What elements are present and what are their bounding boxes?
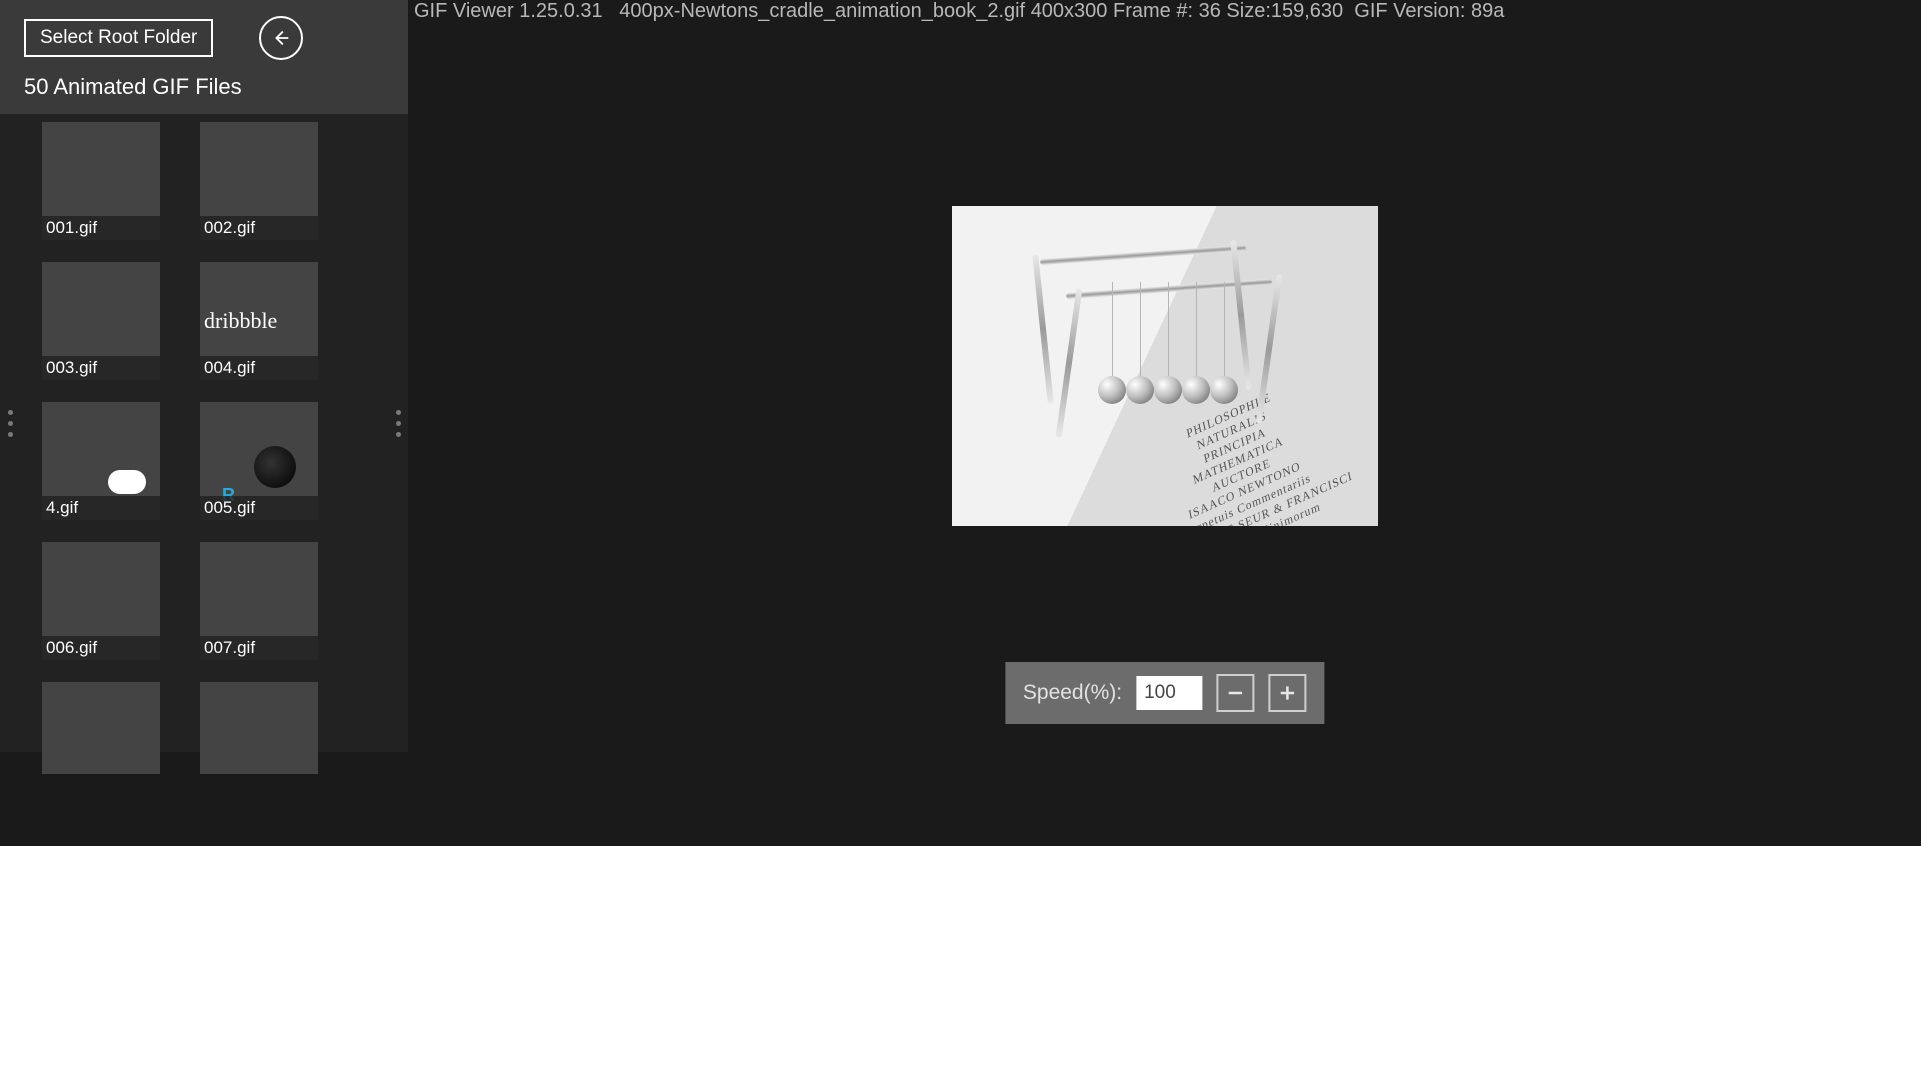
arrow-left-icon	[270, 27, 292, 49]
resize-grip-left[interactable]	[8, 410, 13, 437]
frame-label: Frame #:	[1113, 0, 1193, 22]
info-bar: GIF Viewer 1.25.0.31 400px-Newtons_cradl…	[408, 0, 1921, 23]
thumbnail[interactable]	[42, 682, 160, 774]
speed-label: Speed(%):	[1023, 681, 1122, 705]
thumbnail-label: 007.gif	[200, 636, 318, 660]
select-root-folder-button[interactable]: Select Root Folder	[24, 19, 213, 57]
back-button[interactable]	[259, 16, 303, 60]
thumbnail[interactable]	[200, 682, 318, 774]
gif-canvas	[408, 26, 1921, 706]
minus-icon	[1225, 683, 1245, 703]
gif-version: 89a	[1471, 0, 1504, 22]
plus-icon	[1277, 683, 1297, 703]
speed-increase-button[interactable]	[1268, 674, 1306, 712]
sidebar: Select Root Folder 50 Animated GIF Files…	[0, 0, 408, 752]
thumbnail-label: 004.gif	[200, 356, 318, 380]
thumbnail[interactable]: 4.gif	[42, 402, 160, 520]
app-version: GIF Viewer 1.25.0.31	[414, 0, 603, 22]
thumbnail-label: 001.gif	[42, 216, 160, 240]
current-file: 400px-Newtons_cradle_animation_book_2.gi…	[619, 0, 1025, 22]
thumbnail[interactable]: 001.gif	[42, 122, 160, 240]
version-label: GIF Version:	[1354, 0, 1465, 22]
thumbnail[interactable]: 006.gif	[42, 542, 160, 660]
file-size: 159,630	[1271, 0, 1343, 22]
gif-frame	[952, 206, 1378, 526]
speed-input[interactable]	[1136, 676, 1202, 710]
thumbnail-label: 006.gif	[42, 636, 160, 660]
speed-control: Speed(%):	[1005, 662, 1324, 724]
thumbnail[interactable]: 004.gif	[200, 262, 318, 380]
thumbnail-label: 003.gif	[42, 356, 160, 380]
sidebar-header: Select Root Folder 50 Animated GIF Files	[0, 0, 408, 114]
frame-number: 36	[1199, 0, 1221, 22]
thumbnail[interactable]: 003.gif	[42, 262, 160, 380]
thumbnail-label: 005.gif	[200, 496, 318, 520]
dimensions: 400x300	[1031, 0, 1108, 22]
blank-area	[0, 846, 1921, 1080]
thumbnail-label: 4.gif	[42, 496, 160, 520]
size-label: Size:	[1226, 0, 1270, 22]
viewer-pane: GIF Viewer 1.25.0.31 400px-Newtons_cradl…	[408, 0, 1921, 752]
thumbnail-label: 002.gif	[200, 216, 318, 240]
resize-grip-right[interactable]	[396, 410, 401, 437]
speed-decrease-button[interactable]	[1216, 674, 1254, 712]
thumbnail-grid: 001.gif 002.gif 003.gif 004.gif 4.gif 00…	[0, 114, 408, 774]
file-count-label: 50 Animated GIF Files	[24, 74, 384, 100]
thumbnail[interactable]: 007.gif	[200, 542, 318, 660]
thumbnail[interactable]: 002.gif	[200, 122, 318, 240]
thumbnail[interactable]: 005.gif	[200, 402, 318, 520]
